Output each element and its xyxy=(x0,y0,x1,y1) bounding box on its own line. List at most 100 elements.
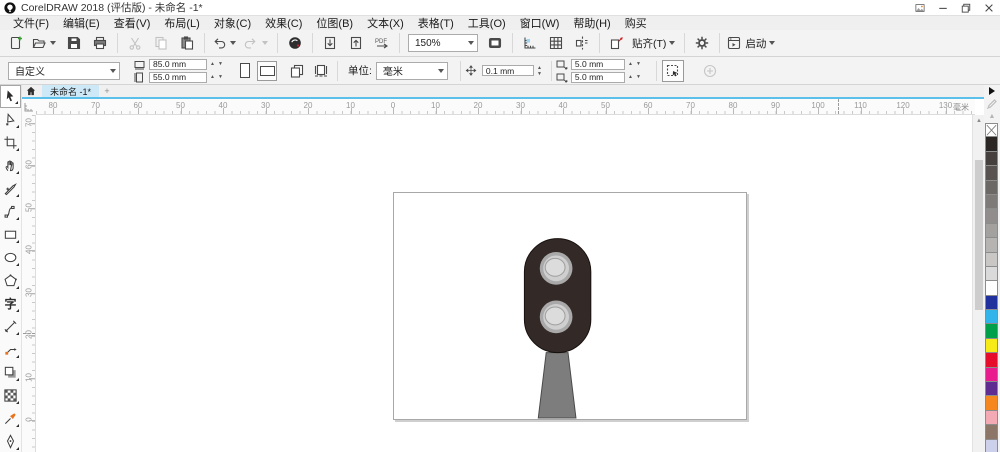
color-swatch[interactable] xyxy=(985,238,998,253)
scrollbar-thumb[interactable] xyxy=(975,160,983,310)
menu-item-layout[interactable]: 布局(L) xyxy=(157,15,206,31)
color-swatch[interactable] xyxy=(985,266,998,282)
export-icon[interactable] xyxy=(343,32,369,54)
color-swatch[interactable] xyxy=(985,353,998,368)
print-icon[interactable] xyxy=(87,32,113,54)
current-page-button[interactable] xyxy=(286,60,308,82)
treat-as-filled-button[interactable] xyxy=(661,59,684,82)
open-icon[interactable] xyxy=(29,32,61,54)
publish-pdf-icon[interactable]: PDF xyxy=(369,32,395,54)
artwork[interactable] xyxy=(394,193,746,419)
horizontal-ruler[interactable]: 毫米 80 70 60 50 40 30 20 10 0 10 20 30 40 50 60 70 80 90 10… xyxy=(36,99,975,115)
color-swatch[interactable] xyxy=(985,166,998,181)
crop-tool[interactable] xyxy=(0,131,21,154)
palette-flyout-arrow[interactable] xyxy=(984,85,1000,97)
show-rulers-icon[interactable] xyxy=(517,32,543,54)
transparency-tool[interactable] xyxy=(0,384,21,407)
duplicate-x-stepper[interactable]: ▲ ▼ xyxy=(627,61,642,67)
close-button[interactable] xyxy=(981,1,996,14)
restore-button[interactable] xyxy=(958,1,973,14)
color-swatch[interactable] xyxy=(985,382,998,397)
page-width-field[interactable]: 85.0 mm xyxy=(149,58,207,70)
page-height-field[interactable]: 55.0 mm xyxy=(149,71,207,83)
color-swatch[interactable] xyxy=(985,396,998,411)
nudge-stepper[interactable]: ▲ ▼ xyxy=(536,65,543,77)
undo-icon[interactable] xyxy=(209,32,241,54)
signal-light-top[interactable] xyxy=(539,251,573,285)
landscape-button[interactable] xyxy=(257,60,277,81)
portrait-button[interactable] xyxy=(235,61,255,81)
menu-item-view[interactable]: 查看(V) xyxy=(107,15,158,31)
menu-item-help[interactable]: 帮助(H) xyxy=(566,15,617,31)
new-document-icon[interactable] xyxy=(3,32,29,54)
import-icon[interactable] xyxy=(317,32,343,54)
color-swatch[interactable] xyxy=(985,137,998,152)
menu-item-tools[interactable]: 工具(O) xyxy=(461,15,513,31)
all-pages-button[interactable] xyxy=(310,60,332,82)
menu-item-object[interactable]: 对象(C) xyxy=(207,15,258,31)
menu-item-table[interactable]: 表格(T) xyxy=(411,15,461,31)
color-swatch[interactable] xyxy=(985,367,998,383)
shape-tool[interactable] xyxy=(0,108,21,131)
color-swatch[interactable] xyxy=(985,439,998,452)
color-swatch[interactable] xyxy=(985,281,998,296)
menu-item-text[interactable]: 文本(X) xyxy=(360,15,411,31)
nudge-field[interactable]: 0.1 mm xyxy=(481,65,534,76)
outline-pen-tool[interactable] xyxy=(0,430,21,452)
pencil-icon[interactable] xyxy=(984,97,1000,110)
color-swatch[interactable] xyxy=(985,338,998,354)
units-select[interactable]: 毫米 xyxy=(375,61,448,80)
launch-button[interactable]: 启动 xyxy=(724,32,780,54)
menu-item-buy[interactable]: 购买 xyxy=(618,15,654,31)
ruler-origin-icon[interactable] xyxy=(22,99,36,115)
signal-pole-shape[interactable] xyxy=(537,352,577,419)
color-swatch[interactable] xyxy=(985,223,998,239)
menu-item-window[interactable]: 窗口(W) xyxy=(513,15,567,31)
home-icon[interactable] xyxy=(22,85,40,97)
color-swatch[interactable] xyxy=(985,194,998,210)
connector-tool[interactable] xyxy=(0,338,21,361)
color-swatch[interactable] xyxy=(985,180,998,195)
page-size-preset[interactable]: 自定义 xyxy=(8,61,120,80)
search-content-icon[interactable] xyxy=(282,32,308,54)
color-swatch[interactable] xyxy=(985,410,998,426)
save-icon[interactable] xyxy=(61,32,87,54)
pan-tool[interactable] xyxy=(0,154,21,177)
color-swatch[interactable] xyxy=(985,252,998,267)
menu-item-bitmaps[interactable]: 位图(B) xyxy=(309,15,360,31)
color-swatch[interactable] xyxy=(985,151,998,167)
dimension-tool[interactable] xyxy=(0,315,21,338)
zoom-level-combo[interactable]: 150% xyxy=(408,34,478,52)
page-width-stepper[interactable]: ▲ ▼ xyxy=(209,61,224,67)
polygon-tool[interactable] xyxy=(0,269,21,292)
freehand-tool[interactable] xyxy=(0,177,21,200)
full-screen-preview-icon[interactable] xyxy=(482,32,508,54)
drop-shadow-tool[interactable] xyxy=(0,361,21,384)
drawing-canvas[interactable] xyxy=(36,115,975,452)
color-swatch[interactable] xyxy=(985,310,998,325)
signal-light-bottom[interactable] xyxy=(539,300,573,334)
show-grid-icon[interactable] xyxy=(543,32,569,54)
vertical-ruler[interactable]: 706050403020100 xyxy=(22,115,36,452)
show-guidelines-icon[interactable] xyxy=(569,32,595,54)
text-tool[interactable]: 字 xyxy=(0,292,21,315)
eyedropper-tool[interactable] xyxy=(0,407,21,430)
color-swatch[interactable] xyxy=(985,425,998,440)
vertical-scrollbar[interactable]: ▲ xyxy=(972,115,984,452)
paste-icon[interactable] xyxy=(174,32,200,54)
color-swatch-none[interactable] xyxy=(985,123,998,138)
rectangle-tool[interactable] xyxy=(0,223,21,246)
snap-to-button[interactable]: 贴齐(T) xyxy=(630,32,680,54)
menu-item-effects[interactable]: 效果(C) xyxy=(258,15,309,31)
color-swatch[interactable] xyxy=(985,209,998,224)
duplicate-y-stepper[interactable]: ▲ ▼ xyxy=(627,74,642,80)
new-tab-button[interactable]: + xyxy=(99,85,115,97)
document-tab-active[interactable]: 未命名 -1* xyxy=(42,85,100,97)
pick-tool[interactable] xyxy=(0,85,21,108)
menu-item-edit[interactable]: 编辑(E) xyxy=(56,15,107,31)
color-swatch[interactable] xyxy=(985,324,998,339)
duplicate-x-field[interactable]: 5.0 mm xyxy=(570,58,625,70)
options-icon[interactable] xyxy=(689,32,715,54)
ellipse-tool[interactable] xyxy=(0,246,21,269)
minimize-button[interactable] xyxy=(935,1,950,14)
